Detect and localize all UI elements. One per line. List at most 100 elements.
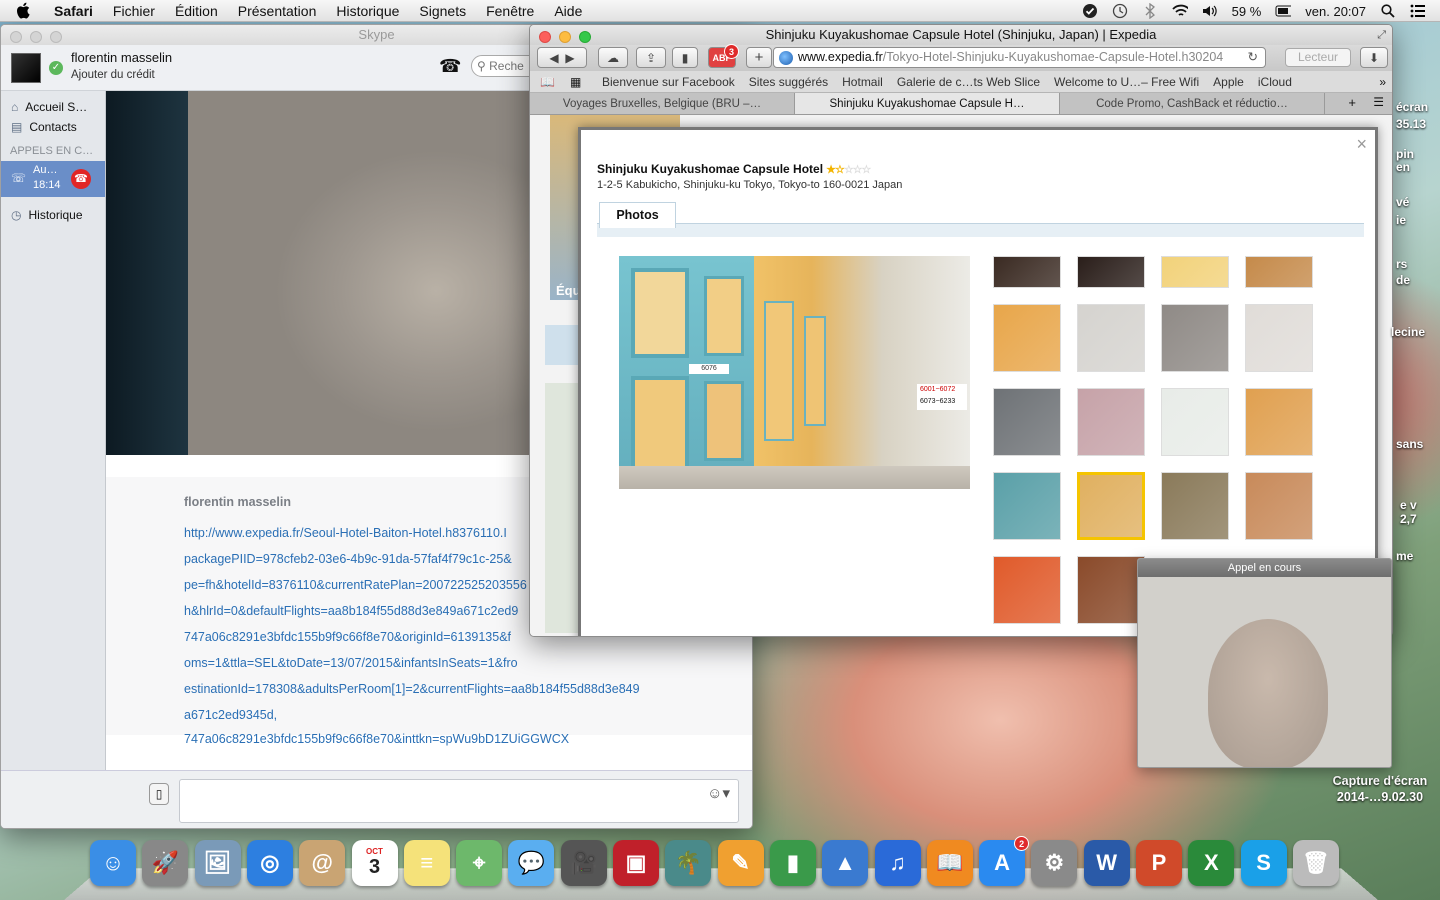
close-icon[interactable]: × — [1356, 134, 1367, 155]
adblock-button[interactable]: ABP 3 — [708, 44, 739, 68]
message-link[interactable]: 747a06c8291e3bfdc155b9f9c66f8e70&inttkn=… — [184, 732, 569, 746]
battery-percent[interactable]: 59 % — [1232, 4, 1262, 19]
sidebar-button[interactable]: ▮ — [672, 47, 698, 68]
share-button[interactable]: ⇪ — [636, 47, 666, 68]
photo-booth-dock-icon[interactable]: ▣ — [613, 840, 659, 886]
emoticon-picker-icon[interactable]: ☺▾ — [707, 784, 730, 802]
sidebar-item-active-call[interactable]: ☏ Au… 18:14 ☎ — [1, 161, 105, 197]
photo-thumbnail-amenities[interactable] — [1077, 388, 1145, 456]
call-preview-window[interactable]: Appel en cours — [1137, 558, 1392, 768]
message-link[interactable]: packagePIID=978cfeb2-03e6-4b9c-91da-57fa… — [184, 552, 512, 566]
dial-pad-icon[interactable]: ☎ — [439, 56, 461, 77]
menu-fenetre[interactable]: Fenêtre — [486, 3, 534, 19]
tab-code-promo[interactable]: Code Promo, CashBack et réductio… — [1060, 93, 1325, 114]
icloud-tabs-button[interactable]: ☁ — [598, 47, 628, 68]
avatar[interactable] — [11, 53, 41, 83]
reload-icon[interactable]: ↻ — [1244, 48, 1261, 67]
facetime-dock-icon[interactable]: 🎥 — [560, 840, 607, 886]
menu-app-name[interactable]: Safari — [54, 3, 93, 19]
tab-shinjuku[interactable]: Shinjuku Kuyakushomae Capsule H… — [795, 93, 1060, 114]
photo-thumbnail-capsule-row[interactable] — [993, 472, 1061, 540]
minimize-button[interactable] — [559, 31, 571, 43]
messages-dock-icon[interactable]: 💬 — [508, 840, 555, 886]
photo-thumbnail-bar[interactable] — [1077, 256, 1145, 288]
photo-thumbnail-vanity[interactable] — [1245, 472, 1313, 540]
menu-historique[interactable]: Historique — [336, 3, 399, 19]
menu-edition[interactable]: Édition — [175, 3, 218, 19]
photo-thumbnail-lobby[interactable] — [993, 256, 1061, 288]
sidebar-item-home[interactable]: ⌂ Accueil S… — [1, 97, 105, 117]
maps-dock-icon[interactable]: ⌖ — [456, 840, 503, 886]
close-button[interactable] — [10, 31, 22, 43]
stickies-dock-icon[interactable]: ≡ — [403, 840, 450, 886]
add-credit-link[interactable]: Ajouter du crédit — [71, 69, 155, 81]
new-tab-button[interactable]: + — [746, 47, 772, 68]
sidebar-item-history[interactable]: ◷ Historique — [1, 205, 105, 225]
photo-thumbnail-control-panel[interactable] — [993, 304, 1061, 372]
message-link[interactable]: http://www.expedia.fr/Seoul-Hotel-Baiton… — [184, 526, 507, 540]
apple-menu-icon[interactable] — [16, 2, 36, 19]
bookmark-item[interactable]: Welcome to U…– Free Wifi — [1054, 75, 1199, 89]
photo-thumbnail-urinal[interactable] — [1077, 304, 1145, 372]
launchpad-dock-icon[interactable]: 🚀 — [142, 840, 189, 886]
calendar-dock-icon[interactable]: OCT 3 — [351, 840, 398, 886]
photo-thumbnail-washroom[interactable] — [993, 388, 1061, 456]
back-icon[interactable]: ◀ — [549, 51, 558, 65]
bookmark-item[interactable]: Galerie de c…ts Web Slice — [897, 75, 1040, 89]
profile-name[interactable]: florentin masselin — [71, 50, 172, 65]
tab-photos[interactable]: Photos — [599, 202, 676, 228]
iphoto-dock-icon[interactable]: 🌴 — [665, 840, 712, 886]
message-link[interactable]: oms=1&ttla=SEL&toDate=13/07/2015&infants… — [184, 656, 518, 670]
photo-thumbnail-bath[interactable] — [1161, 388, 1229, 456]
menu-presentation[interactable]: Présentation — [238, 3, 317, 19]
photo-thumbnail-capsule-corridor[interactable] — [1245, 256, 1313, 288]
trash-dock-icon[interactable]: 🗑 — [1292, 840, 1339, 886]
word-dock-icon[interactable]: W — [1083, 840, 1130, 886]
skype-dock-icon[interactable]: S — [1240, 840, 1287, 886]
volume-icon[interactable] — [1202, 3, 1218, 19]
status-check-icon[interactable] — [1082, 3, 1098, 19]
zoom-button[interactable] — [579, 31, 591, 43]
app-store-dock-icon[interactable]: A2 — [979, 836, 1030, 886]
close-button[interactable] — [539, 31, 551, 43]
preview-dock-icon[interactable]: 🖼 — [194, 840, 241, 886]
downloads-button[interactable]: ⬇ — [1360, 47, 1388, 68]
tab-voyages[interactable]: Voyages Bruxelles, Belgique (BRU –… — [530, 93, 795, 114]
bookmark-item[interactable]: Apple — [1213, 75, 1244, 89]
address-bar[interactable]: www.expedia.fr/Tokyo-Hotel-Shinjuku-Kuya… — [773, 47, 1266, 68]
photo-thumbnail-vending-machine[interactable] — [993, 556, 1061, 624]
contacts-dock-icon[interactable]: @ — [299, 840, 346, 886]
minimize-button[interactable] — [30, 31, 42, 43]
back-forward-buttons[interactable]: ◀ ▶ — [537, 47, 587, 68]
numbers-dock-icon[interactable]: ▮ — [769, 840, 816, 886]
bookmark-item[interactable]: Sites suggérés — [749, 75, 828, 89]
desktop-file-label[interactable]: Capture d'écran 2014-…9.02.30 — [1325, 773, 1435, 805]
message-link[interactable]: estinationId=178308&adultsPerRoom[1]=2&c… — [184, 682, 640, 696]
tab-overview-icon[interactable]: ☰ — [1373, 95, 1384, 109]
forward-icon[interactable]: ▶ — [565, 51, 574, 65]
photo-thumbnail-locker-room[interactable] — [1161, 472, 1229, 540]
safari-dock-icon[interactable]: ◎ — [246, 840, 293, 886]
online-status-icon[interactable]: ✓ — [49, 61, 63, 75]
top-sites-icon[interactable]: ▦ — [570, 75, 581, 89]
menu-signets[interactable]: Signets — [419, 3, 466, 19]
menu-fichier[interactable]: Fichier — [113, 3, 155, 19]
menu-aide[interactable]: Aide — [554, 3, 582, 19]
photo-thumbnail-changing-room[interactable] — [1245, 388, 1313, 456]
photo-thumbnail-toilet[interactable] — [1245, 304, 1313, 372]
message-link[interactable]: pe=fh&hotelId=8376110&currentRatePlan=20… — [184, 578, 527, 592]
message-input[interactable]: ☺▾ — [179, 779, 739, 823]
reader-button[interactable]: Lecteur — [1285, 48, 1351, 67]
photo-thumbnail-drinks-machine[interactable] — [1077, 556, 1145, 624]
notification-center-icon[interactable] — [1410, 3, 1426, 19]
message-link[interactable]: 747a06c8291e3bfdc155b9f9c66f8e70&originI… — [184, 630, 511, 644]
message-link[interactable]: a671c2ed9345d, — [184, 708, 277, 722]
hang-up-button[interactable]: ☎ — [71, 169, 91, 189]
battery-icon[interactable] — [1275, 3, 1292, 19]
bookmarks-overflow-icon[interactable]: » — [1379, 75, 1386, 89]
reading-list-icon[interactable]: 📖 — [540, 75, 555, 89]
wifi-icon[interactable] — [1171, 3, 1188, 19]
bookmark-item[interactable]: Bienvenue sur Facebook — [602, 75, 735, 89]
fullscreen-icon[interactable]: ⤢ — [1377, 25, 1386, 45]
bluetooth-icon[interactable] — [1142, 3, 1158, 19]
